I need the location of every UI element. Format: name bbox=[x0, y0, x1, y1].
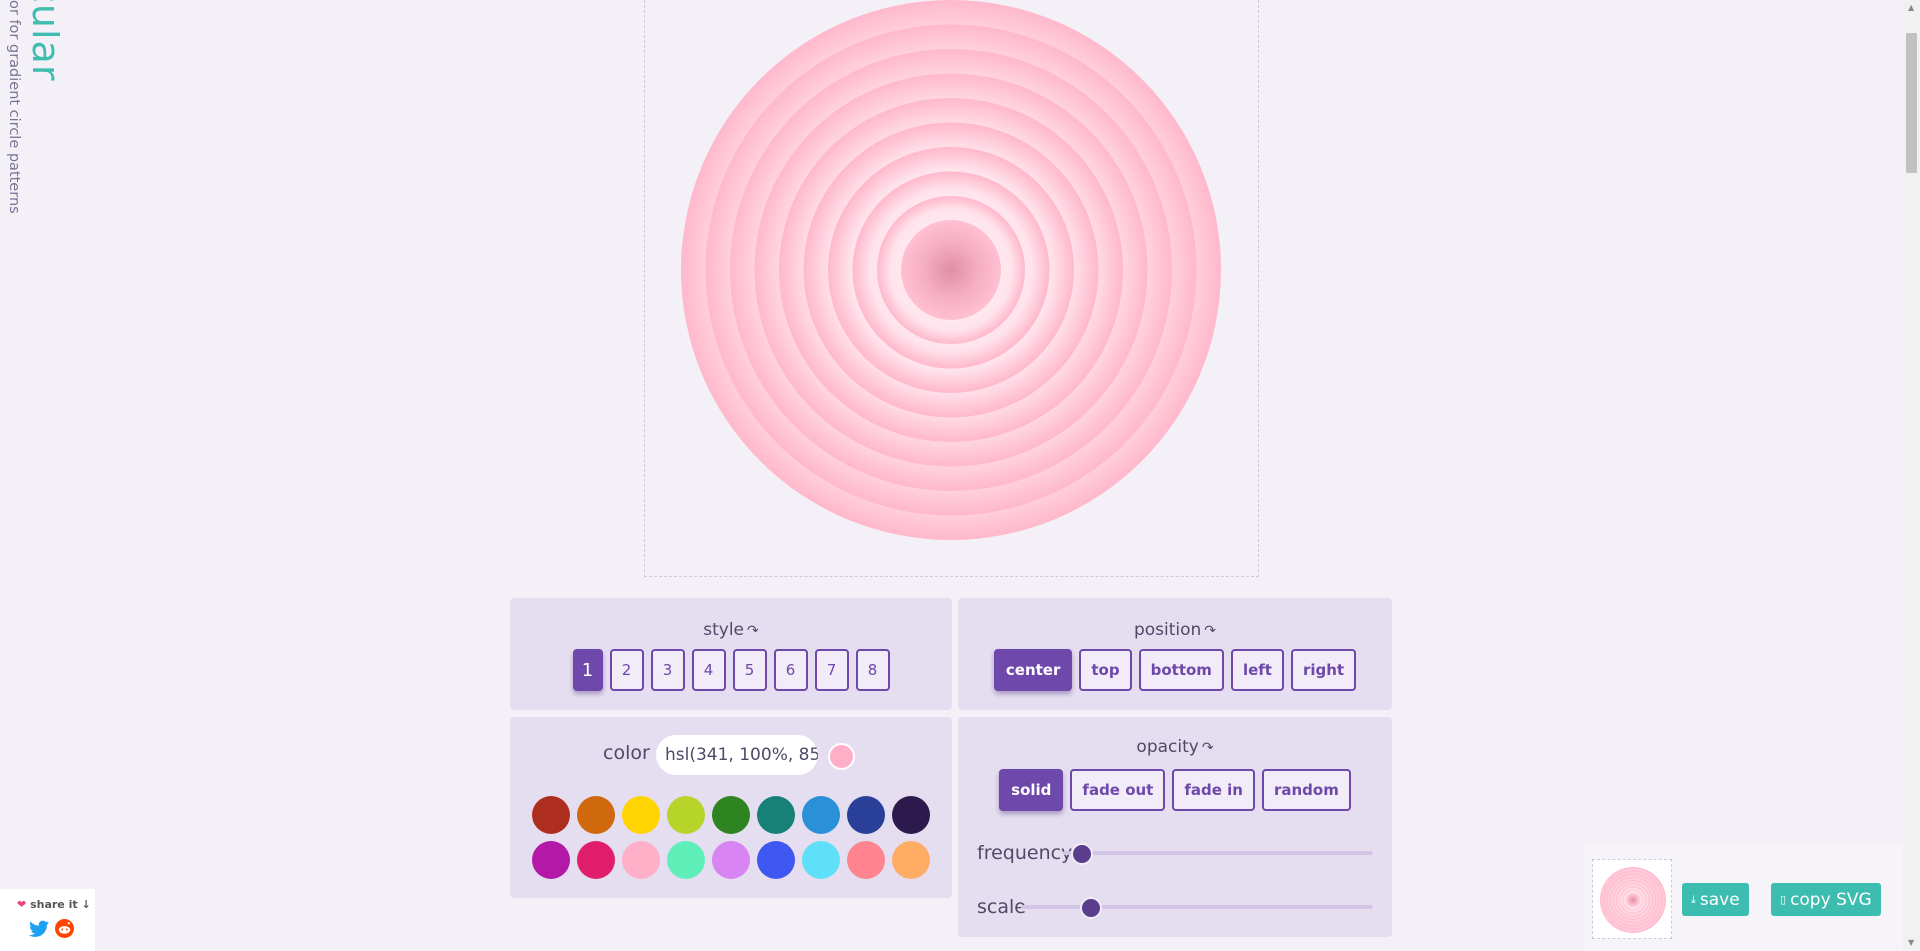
scale-slider-thumb[interactable] bbox=[1080, 897, 1103, 919]
color-label: color bbox=[603, 742, 650, 764]
color-swatch[interactable] bbox=[532, 796, 570, 834]
style-option-3[interactable]: 3 bbox=[650, 649, 685, 691]
clipboard-icon: ▯ bbox=[1780, 893, 1787, 906]
style-option-5[interactable]: 5 bbox=[732, 649, 767, 691]
style-panel: style ↷ 12345678 bbox=[510, 598, 952, 710]
style-option-7[interactable]: 7 bbox=[814, 649, 849, 691]
style-label: style bbox=[703, 620, 745, 640]
position-label: position bbox=[1133, 620, 1202, 640]
color-preview[interactable] bbox=[828, 743, 855, 770]
color-swatch[interactable] bbox=[892, 841, 930, 879]
share-text: ❤ share it ↓ bbox=[17, 898, 91, 911]
color-swatch[interactable] bbox=[532, 841, 570, 879]
opacity-option-random[interactable]: random bbox=[1261, 769, 1351, 811]
opacity-panel: opacity ↷ solid fade out fade in random freq… bbox=[958, 717, 1392, 937]
color-swatch[interactable] bbox=[757, 841, 795, 879]
cycle-icon[interactable]: ↷ bbox=[1202, 740, 1214, 756]
style-option-6[interactable]: 6 bbox=[773, 649, 808, 691]
share-box: ❤ share it ↓ bbox=[0, 889, 95, 951]
style-option-4[interactable]: 4 bbox=[691, 649, 726, 691]
export-bar: ⤓ save ▯ copy SVG bbox=[1583, 846, 1903, 951]
heart-icon: ❤ bbox=[17, 898, 27, 911]
color-swatch[interactable] bbox=[892, 796, 930, 834]
frequency-label: frequency bbox=[977, 842, 1073, 864]
style-options: 12345678 bbox=[510, 649, 952, 691]
position-options: center top bottom left right bbox=[958, 649, 1392, 691]
color-swatch[interactable] bbox=[577, 841, 615, 879]
cycle-icon[interactable]: ↷ bbox=[747, 623, 759, 639]
app-subtitle: or for gradient circle patterns bbox=[6, 0, 22, 214]
pattern-thumbnail bbox=[1592, 859, 1672, 939]
color-swatch[interactable] bbox=[847, 796, 885, 834]
scroll-up-icon[interactable]: ▲ bbox=[1908, 3, 1914, 12]
copy-svg-button[interactable]: ▯ copy SVG bbox=[1771, 883, 1881, 916]
opacity-option-fade-out[interactable]: fade out bbox=[1070, 769, 1166, 811]
pattern-canvas bbox=[644, 0, 1259, 577]
opacity-title: opacity ↷ bbox=[958, 737, 1392, 757]
position-title: position ↷ bbox=[958, 620, 1392, 640]
color-swatch[interactable] bbox=[667, 841, 705, 879]
color-swatch[interactable] bbox=[622, 796, 660, 834]
save-label: save bbox=[1699, 889, 1740, 910]
position-panel: position ↷ center top bottom left right bbox=[958, 598, 1392, 710]
scrollbar[interactable]: ▲ ▼ bbox=[1903, 0, 1920, 951]
scroll-down-icon[interactable]: ▼ bbox=[1908, 938, 1914, 947]
opacity-option-solid[interactable]: solid bbox=[999, 769, 1064, 811]
app-title: cular bbox=[24, 0, 60, 82]
color-swatch[interactable] bbox=[622, 841, 660, 879]
color-swatch[interactable] bbox=[712, 841, 750, 879]
opacity-label: opacity bbox=[1136, 737, 1199, 757]
position-option-right[interactable]: right bbox=[1290, 649, 1357, 691]
color-swatch[interactable] bbox=[802, 841, 840, 879]
position-option-center[interactable]: center bbox=[993, 649, 1073, 691]
position-option-left[interactable]: left bbox=[1230, 649, 1284, 691]
twitter-icon[interactable] bbox=[29, 920, 49, 938]
style-option-2[interactable]: 2 bbox=[609, 649, 644, 691]
color-swatch[interactable] bbox=[712, 796, 750, 834]
color-input[interactable]: hsl(341, 100%, 85 bbox=[656, 735, 818, 775]
scale-label: scale bbox=[977, 896, 1026, 918]
color-swatches bbox=[532, 796, 930, 879]
arrow-down-icon: ↓ bbox=[81, 898, 91, 911]
position-option-bottom[interactable]: bottom bbox=[1138, 649, 1224, 691]
thumbnail-pattern bbox=[1600, 867, 1666, 933]
scale-slider-track[interactable] bbox=[1021, 905, 1373, 909]
pattern-core bbox=[1627, 894, 1639, 906]
color-swatch[interactable] bbox=[757, 796, 795, 834]
color-panel: color hsl(341, 100%, 85 bbox=[510, 717, 952, 898]
save-button[interactable]: ⤓ save bbox=[1682, 883, 1749, 916]
download-icon: ⤓ bbox=[1691, 892, 1696, 906]
style-option-8[interactable]: 8 bbox=[855, 649, 890, 691]
style-title: style ↷ bbox=[510, 620, 952, 640]
opacity-options: solid fade out fade in random bbox=[958, 769, 1392, 811]
position-option-top[interactable]: top bbox=[1079, 649, 1132, 691]
brand: cular or for gradient circle patterns bbox=[0, 0, 60, 230]
frequency-slider-thumb[interactable] bbox=[1070, 843, 1093, 865]
color-swatch[interactable] bbox=[667, 796, 705, 834]
frequency-slider-track[interactable] bbox=[1063, 851, 1373, 855]
copy-label: copy SVG bbox=[1790, 889, 1872, 910]
style-option-1[interactable]: 1 bbox=[572, 649, 603, 691]
scrollbar-thumb[interactable] bbox=[1906, 33, 1917, 173]
color-swatch[interactable] bbox=[577, 796, 615, 834]
circle-pattern bbox=[681, 0, 1221, 540]
pattern-core bbox=[901, 220, 1001, 320]
color-swatch[interactable] bbox=[847, 841, 885, 879]
share-label: share it bbox=[30, 898, 78, 911]
opacity-option-fade-in[interactable]: fade in bbox=[1172, 769, 1255, 811]
color-swatch[interactable] bbox=[802, 796, 840, 834]
cycle-icon[interactable]: ↷ bbox=[1204, 623, 1216, 639]
reddit-icon[interactable] bbox=[55, 919, 74, 938]
